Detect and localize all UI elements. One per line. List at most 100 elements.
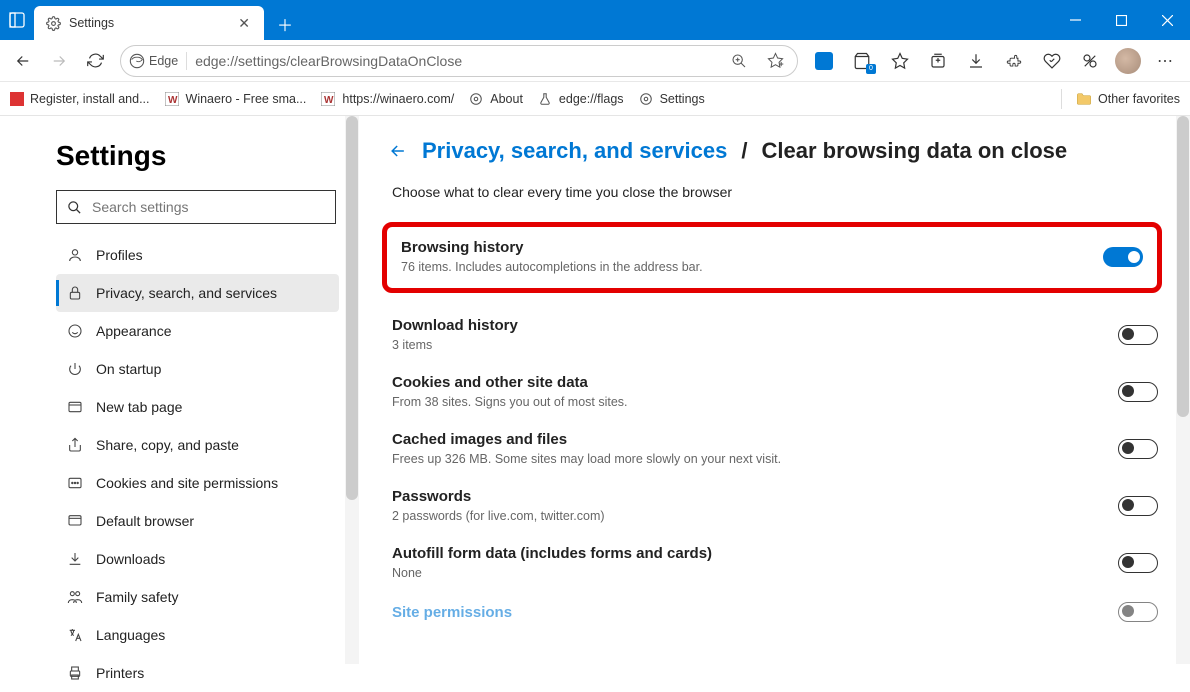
maximize-button[interactable] (1098, 0, 1144, 40)
main-panel: Privacy, search, and services / Clear br… (360, 116, 1190, 664)
sidebar-item-downloads[interactable]: Downloads (56, 540, 339, 578)
toolbar: Edge edge://settings/clearBrowsingDataOn… (0, 40, 1190, 82)
sidebar-item-label: Default browser (96, 513, 194, 529)
sidebar-item-family[interactable]: Family safety (56, 578, 339, 616)
sidebar-item-default[interactable]: Default browser (56, 502, 339, 540)
collections-button[interactable] (920, 44, 956, 78)
bookmark-item[interactable]: Settings (638, 91, 705, 107)
tab-icon (66, 398, 84, 416)
cookie-icon (66, 474, 84, 492)
language-icon (66, 626, 84, 644)
breadcrumb-separator: / (741, 138, 747, 164)
tab-close-button[interactable]: ✕ (234, 13, 254, 34)
option-subtitle: 2 passwords (for live.com, twitter.com) (392, 509, 1118, 523)
tab-title: Settings (69, 16, 226, 30)
main-scrollbar[interactable] (1176, 116, 1190, 664)
toggle-passwords[interactable] (1118, 496, 1158, 516)
sidebar-item-appearance[interactable]: Appearance (56, 312, 339, 350)
sidebar-item-label: New tab page (96, 399, 182, 415)
sidebar-item-label: Cookies and site permissions (96, 475, 278, 491)
svg-text:W: W (168, 95, 178, 106)
breadcrumb-current: Clear browsing data on close (761, 138, 1067, 164)
profile-avatar[interactable] (1110, 44, 1146, 78)
extensions-button[interactable] (996, 44, 1032, 78)
site-identity[interactable]: Edge (129, 53, 178, 69)
sidebar-item-label: Appearance (96, 323, 172, 339)
web-capture-button[interactable] (1072, 44, 1108, 78)
svg-text:W: W (324, 95, 334, 106)
forward-button[interactable] (42, 44, 76, 78)
highlighted-option: Browsing history 76 items. Includes auto… (382, 222, 1162, 293)
sidebar-item-label: Downloads (96, 551, 165, 567)
sidebar-item-label: On startup (96, 361, 161, 377)
downloads-button[interactable] (958, 44, 994, 78)
sidebar-item-newtab[interactable]: New tab page (56, 388, 339, 426)
sidebar-item-profiles[interactable]: Profiles (56, 236, 339, 274)
sidebar-item-printers[interactable]: Printers (56, 654, 339, 692)
zoom-icon[interactable] (725, 47, 753, 75)
sidebar: Settings Profiles Privacy, search, and s… (0, 116, 360, 664)
bookmark-item[interactable]: Register, install and... (10, 92, 150, 106)
share-icon (66, 436, 84, 454)
toggle-download-history[interactable] (1118, 325, 1158, 345)
bookmark-item[interactable]: WWinaero - Free sma... (164, 91, 307, 107)
browser-label: Edge (149, 54, 178, 68)
option-subtitle: 3 items (392, 338, 1118, 352)
sidebar-scrollbar[interactable] (345, 116, 359, 664)
favorites-button[interactable] (882, 44, 918, 78)
menu-button[interactable]: ⋯ (1148, 44, 1184, 78)
sidebar-item-label: Share, copy, and paste (96, 437, 239, 453)
shopping-icon[interactable]: 0 (844, 44, 880, 78)
performance-button[interactable] (1034, 44, 1070, 78)
gear-icon (638, 91, 654, 107)
bookmark-item[interactable]: Whttps://winaero.com/ (320, 91, 454, 107)
bookmark-icon (10, 92, 24, 106)
sidebar-item-privacy[interactable]: Privacy, search, and services (56, 274, 339, 312)
favorite-icon[interactable] (761, 47, 789, 75)
refresh-button[interactable] (78, 44, 112, 78)
address-bar[interactable]: Edge edge://settings/clearBrowsingDataOn… (120, 45, 798, 77)
toggle-autofill[interactable] (1118, 553, 1158, 573)
breadcrumb: Privacy, search, and services / Clear br… (388, 138, 1178, 164)
sidebar-item-cookies[interactable]: Cookies and site permissions (56, 464, 339, 502)
sidebar-item-share[interactable]: Share, copy, and paste (56, 426, 339, 464)
bookmark-label: Settings (660, 92, 705, 106)
bookmark-item[interactable]: About (468, 91, 523, 107)
sidebar-item-languages[interactable]: Languages (56, 616, 339, 654)
search-field[interactable] (92, 199, 325, 215)
url-text: edge://settings/clearBrowsingDataOnClose (195, 53, 717, 69)
breadcrumb-back-button[interactable] (388, 141, 408, 161)
option-title: Browsing history (401, 239, 1103, 256)
bookmark-icon: W (320, 91, 336, 107)
toggle-cookies[interactable] (1118, 382, 1158, 402)
download-icon (66, 550, 84, 568)
option-subtitle: From 38 sites. Signs you out of most sit… (392, 395, 1118, 409)
bookmark-label: About (490, 92, 523, 106)
bookmark-item[interactable]: edge://flags (537, 91, 624, 107)
search-settings-input[interactable] (56, 190, 336, 224)
printer-icon (66, 664, 84, 682)
toggle-browsing-history[interactable] (1103, 247, 1143, 267)
toggle-site-permissions[interactable] (1118, 602, 1158, 622)
option-title: Download history (392, 317, 1118, 334)
option-title: Cached images and files (392, 431, 1118, 448)
back-button[interactable] (6, 44, 40, 78)
bookmark-icon: W (164, 91, 180, 107)
option-row: Cached images and filesFrees up 326 MB. … (388, 421, 1178, 478)
sidebar-item-startup[interactable]: On startup (56, 350, 339, 388)
toggle-cache[interactable] (1118, 439, 1158, 459)
power-icon (66, 360, 84, 378)
sidebar-item-label: Family safety (96, 589, 178, 605)
sidebar-item-label: Privacy, search, and services (96, 285, 277, 301)
browser-tab[interactable]: Settings ✕ (34, 6, 264, 40)
other-favorites[interactable]: Other favorites (1076, 91, 1180, 107)
browser-icon (66, 512, 84, 530)
close-window-button[interactable] (1144, 0, 1190, 40)
new-tab-button[interactable]: ＋ (270, 9, 300, 39)
search-icon (67, 200, 82, 215)
minimize-button[interactable] (1052, 0, 1098, 40)
breadcrumb-link[interactable]: Privacy, search, and services (422, 138, 727, 164)
bookmark-label: Register, install and... (30, 92, 150, 106)
zoom-indicator[interactable] (806, 44, 842, 78)
sidebar-item-label: Languages (96, 627, 165, 643)
